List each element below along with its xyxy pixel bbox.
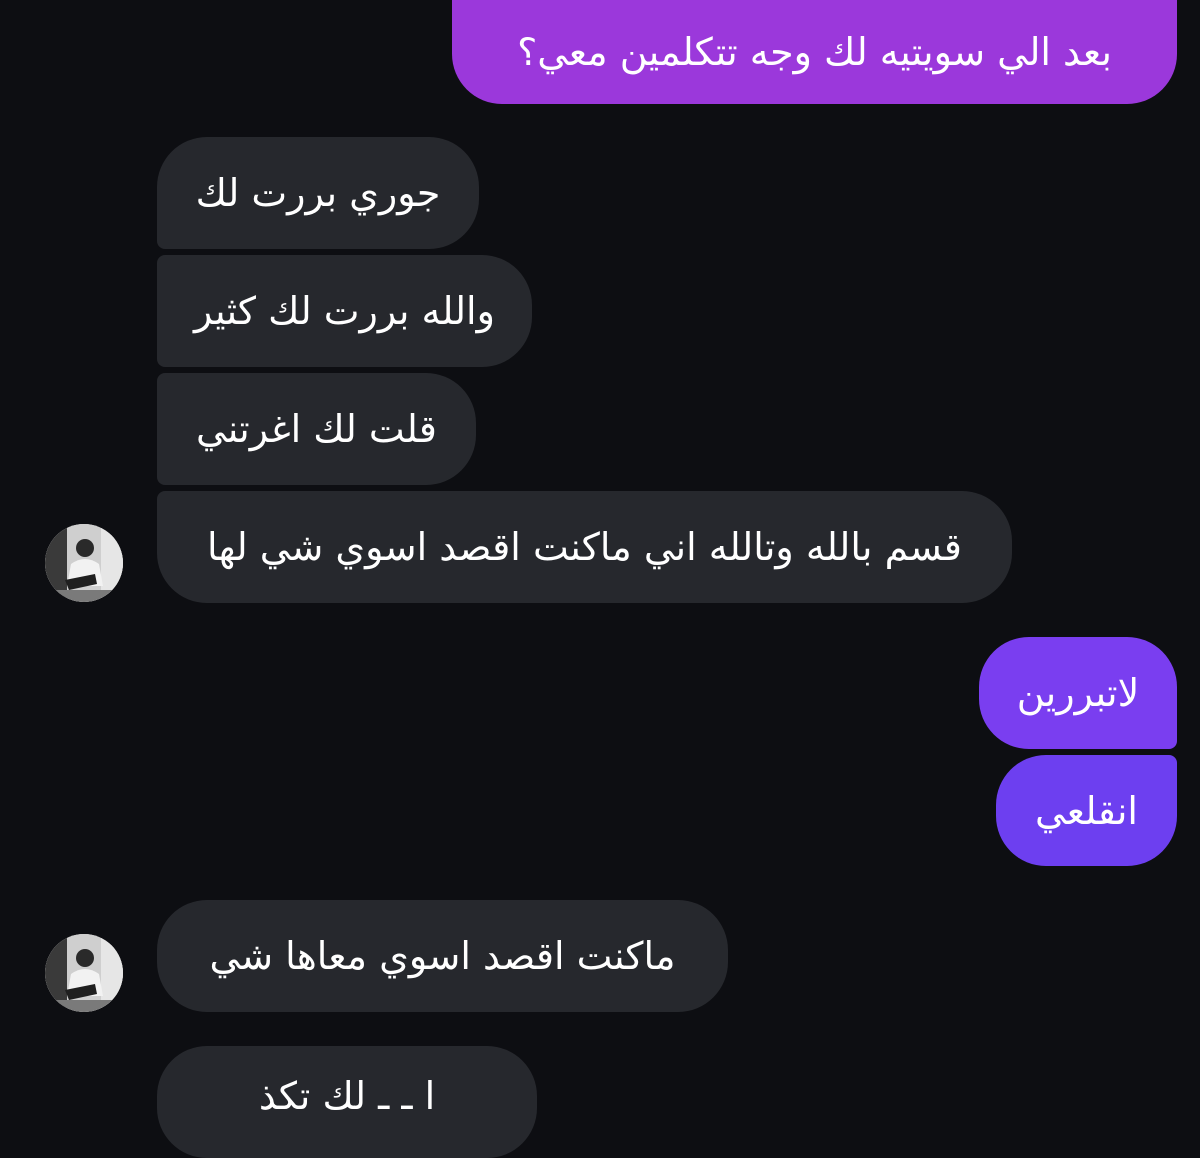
sent-message-bubble[interactable]: انقلعي	[996, 755, 1177, 866]
chat-thread: بعد الي سويتيه لك وجه تتكلمين معي؟ جوري …	[0, 0, 1200, 1158]
received-message-bubble[interactable]: قسم بالله وتالله اني ماكنت اقصد اسوي شي …	[157, 491, 1012, 603]
received-message-bubble[interactable]: جوري بررت لك	[157, 137, 479, 249]
received-message-bubble[interactable]: قلت لك اغرتني	[157, 373, 476, 485]
avatar-photo-icon	[45, 524, 123, 602]
sent-message-bubble[interactable]: بعد الي سويتيه لك وجه تتكلمين معي؟	[452, 0, 1177, 104]
avatar-photo-icon	[45, 934, 123, 1012]
contact-avatar[interactable]	[45, 934, 123, 1012]
received-message-bubble[interactable]: ماكنت اقصد اسوي معاها شي	[157, 900, 728, 1012]
received-message-bubble-partial[interactable]: ا ـ ـ لك تكذ	[157, 1046, 537, 1158]
received-message-bubble[interactable]: والله بررت لك كثير	[157, 255, 532, 367]
sent-message-bubble[interactable]: لاتبررين	[979, 637, 1177, 749]
contact-avatar[interactable]	[45, 524, 123, 602]
